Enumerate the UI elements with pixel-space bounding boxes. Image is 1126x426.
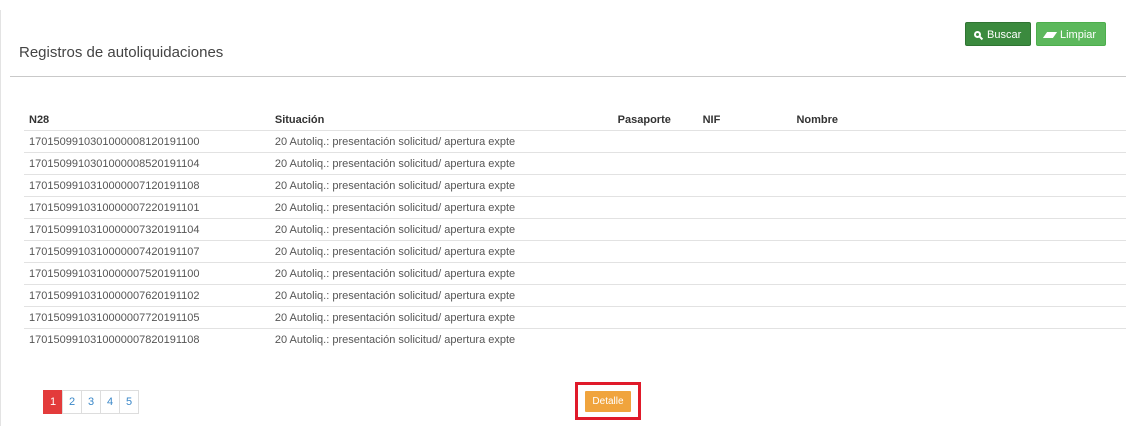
panel-border	[0, 10, 1, 426]
column-header-pasaporte[interactable]: Pasaporte	[613, 110, 698, 131]
table-cell-nif	[697, 284, 792, 307]
table-row[interactable]: 17015099103100000075201911​00 20 Autoliq.…	[24, 262, 1126, 285]
table-cell-pasaporte	[612, 174, 698, 197]
table-cell-situacion: 20 Autoliq.: presentación solicitud/ ape…	[269, 262, 613, 285]
detalle-button[interactable]: Detalle	[585, 391, 631, 412]
table-cell-n28: 17015099103100000071201911​08	[24, 174, 270, 197]
table-cell-n28: 17015099103100000073201911​04	[24, 218, 270, 241]
table-cell-nombre	[791, 240, 1126, 263]
header-divider	[10, 76, 1126, 77]
table-cell-nombre	[791, 196, 1126, 219]
table-row[interactable]: 17015099103100000072201911​01 20 Autoliq.…	[24, 196, 1126, 219]
table-cell-nombre	[791, 262, 1126, 285]
buscar-button[interactable]: Buscar	[965, 22, 1031, 46]
limpiar-label: Limpiar	[1060, 29, 1097, 41]
table-cell-nombre	[791, 152, 1126, 175]
search-icon	[974, 31, 981, 38]
table-cell-pasaporte	[612, 130, 698, 153]
table-cell-n28: 17015099103100000076201911​02	[24, 284, 270, 307]
table-row[interactable]: 17015099103010000085201911​04 20 Autoliq.…	[24, 152, 1126, 175]
page-link-1[interactable]: 1	[43, 390, 63, 414]
table-cell-nombre	[791, 328, 1126, 350]
column-header-nombre[interactable]: Nombre	[791, 110, 1126, 131]
table-row[interactable]: 17015099103100000077201911​05 20 Autoliq.…	[24, 306, 1126, 329]
table-cell-n28: 17015099103100000072201911​01	[24, 196, 270, 219]
table-cell-pasaporte	[612, 196, 698, 219]
table-cell-nif	[697, 218, 792, 241]
table-cell-pasaporte	[612, 218, 698, 241]
table-cell-n28: 17015099103010000085201911​04	[24, 152, 270, 175]
table-cell-nif	[697, 196, 792, 219]
table-cell-pasaporte	[612, 240, 698, 263]
table-cell-n28: 170150991030100000812019110​0	[24, 130, 270, 153]
limpiar-button[interactable]: Limpiar	[1036, 22, 1106, 46]
table-cell-pasaporte	[612, 262, 698, 285]
eraser-icon	[1042, 32, 1058, 38]
table-cell-nif	[697, 240, 792, 263]
table-cell-n28: 17015099103100000078201911​08	[24, 328, 270, 350]
table-cell-situacion: 20 Autoliq.: presentación solicitud/ ape…	[269, 152, 613, 175]
table-row[interactable]: 17015099103100000076201911​02 20 Autoliq.…	[24, 284, 1126, 307]
table-cell-nombre	[791, 174, 1126, 197]
table-cell-pasaporte	[612, 306, 698, 329]
table-row[interactable]: 17015099103100000078201911​08 20 Autoliq.…	[24, 328, 1126, 350]
table-cell-nombre	[791, 130, 1126, 153]
table-cell-situacion: 20 Autoliq.: presentación solicitud/ ape…	[269, 306, 613, 329]
table-cell-nif	[697, 262, 792, 285]
table-cell-situacion: 20 Autoliq.: presentación solicitud/ ape…	[269, 240, 613, 263]
table-cell-situacion: 20 Autoliq.: presentación solicitud/ ape…	[269, 130, 613, 153]
table-cell-nombre	[791, 284, 1126, 307]
table-cell-situacion: 20 Autoliq.: presentación solicitud/ ape…	[269, 174, 613, 197]
column-header-nif[interactable]: NIF	[698, 110, 792, 131]
table-cell-situacion: 20 Autoliq.: presentación solicitud/ ape…	[269, 218, 613, 241]
table-cell-nif	[697, 130, 792, 153]
records-table: N28 Situación Pasaporte NIF Nombre 17015…	[24, 110, 1126, 350]
table-cell-situacion: 20 Autoliq.: presentación solicitud/ ape…	[269, 284, 613, 307]
table-cell-n28: 17015099103100000074201911​07	[24, 240, 270, 263]
pagination: 12345	[43, 390, 139, 414]
table-cell-situacion: 20 Autoliq.: presentación solicitud/ ape…	[269, 328, 613, 350]
table-cell-nif	[697, 328, 792, 350]
table-cell-n28: 17015099103100000077201911​05	[24, 306, 270, 329]
column-header-situacion[interactable]: Situación	[270, 110, 613, 131]
table-cell-pasaporte	[612, 152, 698, 175]
table-cell-situacion: 20 Autoliq.: presentación solicitud/ ape…	[269, 196, 613, 219]
page-link-4[interactable]: 4	[100, 390, 120, 414]
table-cell-n28: 17015099103100000075201911​00	[24, 262, 270, 285]
page-link-2[interactable]: 2	[62, 390, 82, 414]
page-link-3[interactable]: 3	[81, 390, 101, 414]
buscar-label: Buscar	[987, 29, 1022, 41]
table-cell-nif	[697, 174, 792, 197]
table-cell-nombre	[791, 306, 1126, 329]
table-row[interactable]: 17015099103100000074201911​07 20 Autoliq.…	[24, 240, 1126, 263]
panel-title: Registros de autoliquidaciones	[19, 44, 224, 61]
table-cell-pasaporte	[612, 284, 698, 307]
table-row[interactable]: 170150991030100000812019110​0 20 Autoliq.…	[24, 130, 1126, 153]
table-cell-nombre	[791, 218, 1126, 241]
table-cell-nif	[697, 152, 792, 175]
column-header-n28[interactable]: N28	[24, 110, 270, 131]
table-cell-nif	[697, 306, 792, 329]
table-header-row: N28 Situación Pasaporte NIF Nombre	[24, 110, 1126, 131]
table-cell-pasaporte	[612, 328, 698, 350]
page-link-5[interactable]: 5	[119, 390, 139, 414]
table-row[interactable]: 17015099103100000071201911​08 20 Autoliq.…	[24, 174, 1126, 197]
table-row[interactable]: 17015099103100000073201911​04 20 Autoliq.…	[24, 218, 1126, 241]
